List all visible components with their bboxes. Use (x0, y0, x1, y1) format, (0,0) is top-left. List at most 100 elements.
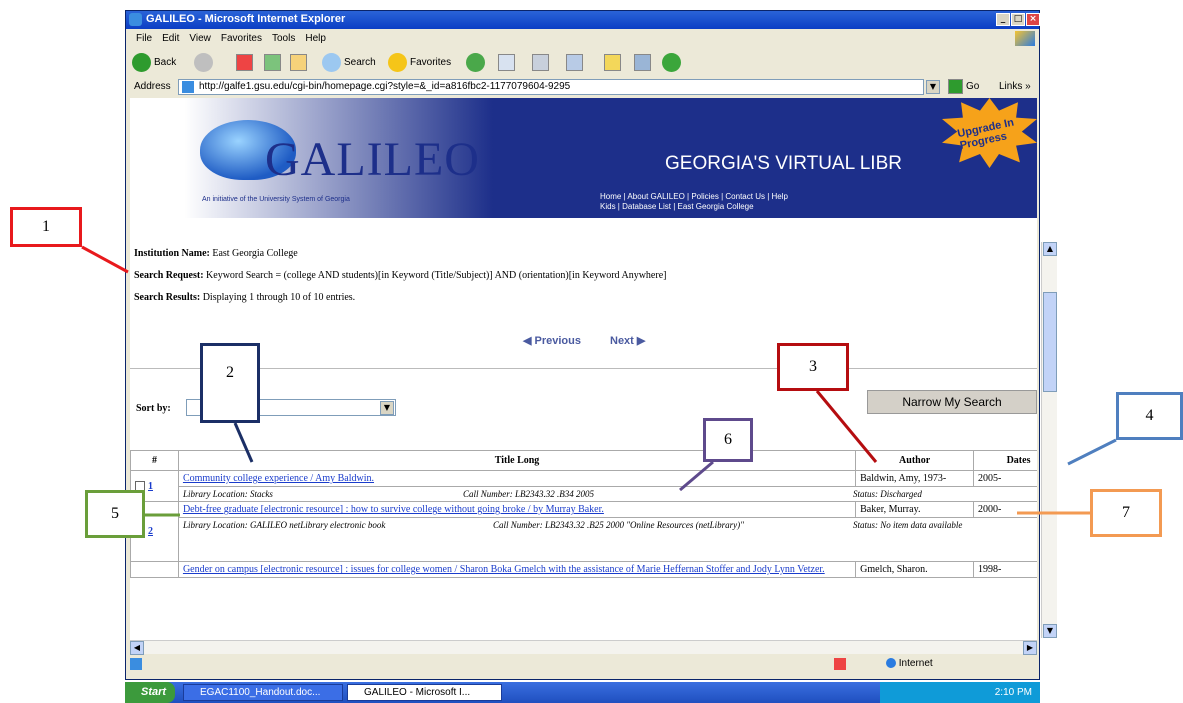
menu-favorites[interactable]: Favorites (221, 30, 262, 47)
search-label: Search (344, 56, 376, 68)
search-results-label: Search Results: (134, 292, 201, 303)
title-link[interactable]: Gender on campus [electronic resource] :… (183, 564, 825, 575)
banner-nav-row-2[interactable]: Kids | Database List | East Georgia Coll… (600, 202, 788, 212)
mail-icon (498, 53, 515, 71)
stop-button[interactable] (236, 52, 253, 72)
address-input[interactable]: http://galfe1.gsu.edu/cgi-bin/homepage.c… (178, 79, 924, 95)
address-dropdown-icon[interactable]: ▼ (926, 80, 940, 94)
globe-icon (886, 658, 896, 669)
institution-name: East Georgia College (212, 248, 298, 259)
call-number: Call Number: LB2343.32 .B34 2005 (462, 489, 594, 499)
call-number: Call Number: LB2343.32 .B25 2000 "Online… (492, 520, 744, 530)
col-number: # (130, 450, 179, 471)
author-cell: Baker, Murray. (855, 501, 975, 518)
search-request: Keyword Search = (college AND students)[… (206, 270, 667, 281)
minimize-button[interactable]: _ (996, 13, 1010, 26)
table-row: 1 Community college experience / Amy Bal… (130, 470, 1037, 502)
menu-edit[interactable]: Edit (162, 30, 179, 47)
refresh-button[interactable] (264, 52, 281, 72)
callout-1: 1 (10, 207, 82, 247)
messenger-button[interactable] (662, 52, 681, 72)
search-request-label: Search Request: (134, 270, 204, 281)
edit-button[interactable] (566, 52, 583, 72)
title-link[interactable]: Debt-free graduate [electronic resource]… (183, 504, 604, 515)
narrow-my-search-button[interactable]: Narrow My Search (867, 390, 1037, 414)
col-dates[interactable]: Dates (973, 450, 1037, 471)
upgrade-badge[interactable]: Upgrade In Progress (942, 98, 1037, 168)
popup-blocker-icon (834, 658, 846, 670)
search-results: Displaying 1 through 10 of 10 entries. (202, 292, 356, 303)
row-select (130, 561, 179, 578)
menu-tools[interactable]: Tools (272, 30, 295, 47)
next-label: Next (610, 335, 634, 347)
security-zone: Internet (886, 658, 933, 669)
title-link[interactable]: Community college experience / Amy Baldw… (183, 473, 374, 484)
forward-button[interactable] (194, 52, 213, 72)
go-button[interactable]: Go (948, 79, 979, 94)
research-icon (634, 53, 651, 71)
start-button[interactable]: Start (125, 682, 175, 703)
scroll-up-icon[interactable]: ▲ (1043, 242, 1057, 256)
horizontal-scrollbar[interactable]: ◀ ▶ (130, 640, 1037, 655)
taskbar: Start EGAC1100_Handout.doc... GALILEO - … (125, 682, 1040, 703)
galileo-banner: GALILEO An initiative of the University … (130, 98, 1037, 218)
author-cell: Baldwin, Amy, 1973- (855, 470, 975, 487)
edit-icon (566, 53, 583, 71)
folder-button[interactable] (604, 52, 621, 72)
upgrade-badge-text: Upgrade In Progress (956, 116, 1016, 152)
research-button[interactable] (634, 52, 651, 72)
menu-help[interactable]: Help (305, 30, 326, 47)
page-content: GALILEO An initiative of the University … (130, 98, 1037, 640)
print-button[interactable] (532, 52, 549, 72)
sort-dropdown-icon: ▼ (380, 401, 394, 415)
home-button[interactable] (290, 52, 307, 72)
links-button[interactable]: Links » (999, 81, 1031, 92)
next-link[interactable]: Next ▶ (610, 334, 645, 347)
institution-line: Institution Name: East Georgia College (134, 248, 298, 259)
search-icon (322, 52, 341, 72)
search-button[interactable]: Search (322, 52, 376, 72)
menu-file[interactable]: File (136, 30, 152, 47)
page-status-icon (130, 658, 142, 670)
status-bar: Internet (126, 655, 1039, 673)
system-tray: 2:10 PM (880, 682, 1040, 703)
menu-bar: File Edit View Favorites Tools Help (126, 30, 1039, 47)
row-number-link[interactable]: 1 (148, 481, 153, 492)
callout-2: 2 (200, 343, 260, 423)
zone-label: Internet (898, 658, 933, 669)
previous-link[interactable]: ◀ Previous (523, 334, 581, 347)
favorites-label: Favorites (410, 56, 452, 68)
ie-icon (129, 13, 142, 26)
vertical-scrollbar[interactable]: ▲ ▼ (1041, 242, 1057, 638)
callout-5: 5 (85, 490, 145, 538)
media-button[interactable] (466, 52, 485, 72)
menu-view[interactable]: View (189, 30, 211, 47)
banner-nav-row-1[interactable]: Home | About GALILEO | Policies | Contac… (600, 192, 788, 202)
item-status: Status: No item data available (852, 520, 963, 530)
messenger-icon (662, 52, 681, 72)
scroll-right-icon[interactable]: ▶ (1023, 641, 1037, 655)
back-button[interactable]: Back (132, 52, 176, 72)
library-location: Library Location: Stacks (182, 489, 273, 499)
close-button[interactable]: × (1026, 13, 1040, 26)
scroll-thumb[interactable] (1043, 292, 1057, 392)
browser-window: GALILEO - Microsoft Internet Explorer _ … (125, 10, 1057, 680)
item-status: Status: Discharged (852, 489, 922, 499)
col-author[interactable]: Author (855, 450, 975, 471)
taskbar-item-ie[interactable]: GALILEO - Microsoft I... (347, 684, 502, 701)
scroll-down-icon[interactable]: ▼ (1043, 624, 1057, 638)
table-detail-row: Library Location: GALILEO netLibrary ele… (131, 517, 1037, 562)
date-cell: 1998- (973, 561, 1037, 578)
previous-label: Previous (534, 335, 581, 347)
col-title[interactable]: Title Long (177, 450, 857, 471)
callout-4-line (1067, 438, 1117, 466)
mail-button[interactable] (498, 52, 515, 72)
maximize-button[interactable]: □ (1011, 13, 1025, 26)
scroll-left-icon[interactable]: ◀ (130, 641, 144, 655)
favorites-button[interactable]: Favorites (388, 52, 451, 72)
row-number-link[interactable]: 2 (148, 526, 153, 537)
taskbar-item-word[interactable]: EGAC1100_Handout.doc... (183, 684, 343, 701)
table-detail-row: Library Location: Stacks Call Number: LB2… (131, 486, 1037, 502)
toolbar: Back Search Favorites (126, 48, 1039, 76)
galileo-logo[interactable]: GALILEO (265, 132, 480, 187)
